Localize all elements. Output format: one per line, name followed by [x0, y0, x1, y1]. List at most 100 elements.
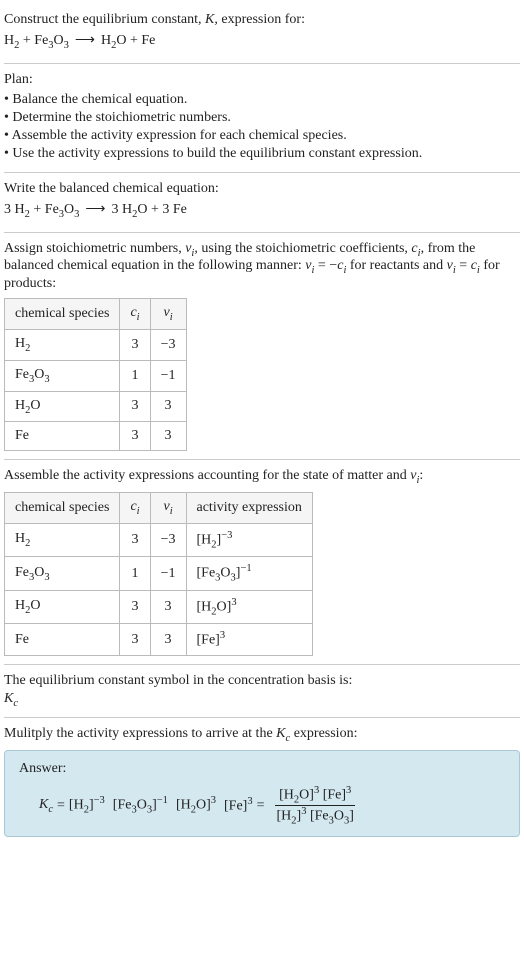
- activity-table: chemical species ci νi activity expressi…: [4, 492, 313, 656]
- stoich-table: chemical species ci νi H2 3 −3 Fe3O3 1 −…: [4, 298, 187, 451]
- balanced-heading: Write the balanced chemical equation:: [4, 181, 520, 197]
- table-row: Fe 3 3 [Fe]3: [5, 624, 313, 656]
- cell-vi: −1: [150, 557, 186, 590]
- at1sup: −3: [94, 795, 105, 806]
- cell-species: H2: [5, 329, 120, 360]
- coef-1: 3: [4, 202, 15, 217]
- b-r2b: O: [64, 202, 74, 217]
- cell-species: H2O: [5, 590, 120, 623]
- reactant-o-sub: 3: [64, 40, 69, 51]
- a1-1: [H: [197, 533, 212, 548]
- d1a: [H: [276, 809, 291, 824]
- sp-h2o-h: H: [15, 398, 25, 413]
- a3-1: [H: [197, 600, 212, 615]
- at3sup: 3: [211, 795, 216, 806]
- cell-activity: [H2]−3: [186, 523, 312, 556]
- kc-sub: c: [13, 698, 18, 709]
- th-species: chemical species: [5, 299, 120, 330]
- th-ci: ci: [120, 299, 150, 330]
- th-ci: ci: [120, 493, 150, 524]
- ans-eq2: =: [257, 798, 265, 814]
- arrow-icon: ⟶: [75, 32, 95, 49]
- unbalanced-equation: H2 + Fe3O3⟶H2O + Fe: [4, 32, 520, 51]
- balanced-section: Write the balanced chemical equation: 3 …: [4, 173, 520, 233]
- b-arrow-icon: ⟶: [85, 201, 105, 218]
- a-sp1b: 2: [25, 538, 30, 549]
- plan-item-1: • Balance the chemical equation.: [4, 92, 520, 108]
- d2c: ]: [349, 809, 354, 824]
- cell-species: Fe3O3: [5, 360, 120, 391]
- a-sp3a: H: [15, 598, 25, 613]
- plan-heading: Plan:: [4, 72, 520, 88]
- title-section: Construct the equilibrium constant, K, e…: [4, 4, 520, 64]
- a-sp3c: O: [30, 598, 40, 613]
- plan-section: Plan: • Balance the chemical equation. •…: [4, 64, 520, 173]
- activity-text: Assemble the activity expressions accoun…: [4, 468, 520, 486]
- table-row: H2O 3 3 [H2O]3: [5, 590, 313, 623]
- sp-fe: Fe: [15, 367, 29, 382]
- ans-ksub: c: [48, 803, 53, 814]
- a-sp2d: 3: [44, 572, 49, 583]
- b-plus2: +: [147, 202, 162, 217]
- at3b: O]: [196, 798, 211, 813]
- mult-text: Mulitply the activity expressions to arr…: [4, 726, 520, 744]
- mult-k: K: [276, 726, 285, 741]
- n1a: [H: [279, 787, 294, 802]
- product-o: O: [116, 33, 126, 48]
- cell-species: H2: [5, 523, 120, 556]
- b-p1: H: [122, 202, 132, 217]
- table-header-row: chemical species ci νi: [5, 299, 187, 330]
- a2-sup: −1: [240, 563, 251, 574]
- ans-fraction: [H2O]3 [Fe]3 [H2]3 [Fe3O3]: [272, 785, 357, 827]
- title-text-1: Construct the equilibrium constant,: [4, 12, 205, 27]
- ans-numerator: [H2O]3 [Fe]3: [275, 785, 355, 806]
- a3-2: O]: [217, 600, 232, 615]
- cell-vi: 3: [150, 624, 186, 656]
- symbol-text: The equilibrium constant symbol in the c…: [4, 673, 520, 689]
- product-fe: Fe: [141, 33, 155, 48]
- a1-sup: −3: [221, 530, 232, 541]
- title-k: K: [205, 12, 214, 27]
- sp-osub: 3: [44, 374, 49, 385]
- kc-equation: Kc = [H2]−3 [Fe3O3]−1 [H2O]3 [Fe]3 = [H2…: [19, 785, 505, 827]
- coef-2: 3: [111, 202, 122, 217]
- cell-species: Fe3O3: [5, 557, 120, 590]
- b-r2: Fe: [45, 202, 59, 217]
- th2-ci-sub: i: [137, 506, 140, 517]
- cell-ci: 3: [120, 422, 150, 451]
- ans-kc: Kc: [39, 797, 53, 815]
- at3a: [H: [176, 798, 191, 813]
- reactant-h2: H: [4, 33, 14, 48]
- cell-ci: 1: [120, 557, 150, 590]
- plan-item-3: • Assemble the activity expression for e…: [4, 128, 520, 144]
- at2sup: −1: [157, 795, 168, 806]
- at1a: [H: [69, 798, 84, 813]
- assign-t2: , using the stoichiometric coefficients,: [194, 241, 411, 256]
- assign-section: Assign stoichiometric numbers, νi, using…: [4, 233, 520, 461]
- sp-h2o-o: O: [30, 398, 40, 413]
- kc-k: K: [4, 691, 13, 706]
- th-vi: νi: [150, 299, 186, 330]
- ans-eq: =: [57, 798, 65, 814]
- a4-1: [Fe]: [197, 633, 220, 648]
- ans-k: K: [39, 797, 48, 812]
- th2-vi-sub: i: [170, 506, 173, 517]
- act-t2: :: [419, 468, 423, 483]
- b-r1: H: [15, 202, 25, 217]
- a4-sup: 3: [220, 630, 225, 641]
- cell-ci: 3: [120, 624, 150, 656]
- d2b: O: [334, 809, 344, 824]
- table-row: H2 3 −3 [H2]−3: [5, 523, 313, 556]
- n1b: O]: [299, 787, 314, 802]
- ans-denominator: [H2]3 [Fe3O3]: [272, 806, 357, 826]
- sp-hsub: 2: [25, 343, 30, 354]
- a-sp1a: H: [15, 531, 25, 546]
- answer-label: Answer:: [19, 761, 505, 777]
- table-header-row: chemical species ci νi activity expressi…: [5, 493, 313, 524]
- cell-species: Fe: [5, 422, 120, 451]
- plan-item-4: • Use the activity expressions to build …: [4, 146, 520, 162]
- cell-vi: 3: [150, 590, 186, 623]
- assign-t4: for reactants and: [346, 258, 446, 273]
- cell-vi: −3: [150, 523, 186, 556]
- table-row: Fe3O3 1 −1: [5, 360, 187, 391]
